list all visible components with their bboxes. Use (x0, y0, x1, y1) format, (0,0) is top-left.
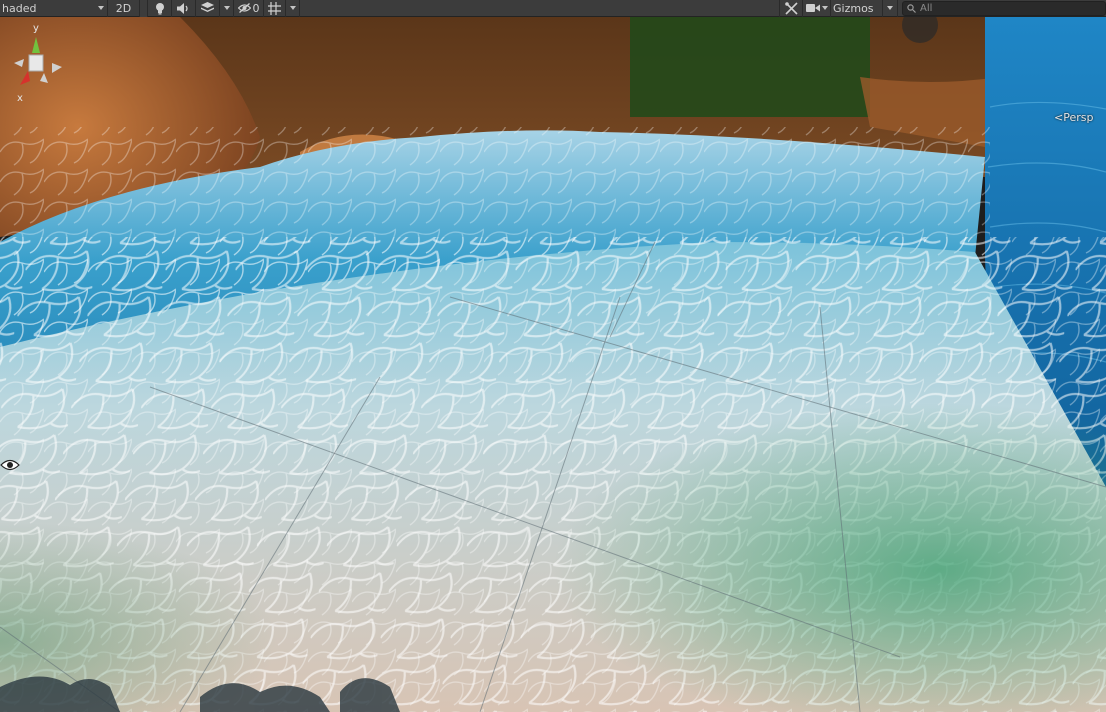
effects-icon (201, 2, 214, 12)
gizmo-x-axis-cone[interactable] (20, 71, 30, 85)
gizmo-x-label: x (17, 93, 23, 104)
scene-viewport[interactable]: y x <Persp (0, 17, 1106, 712)
visibility-icon (237, 3, 251, 13)
grid-toggle[interactable] (264, 0, 286, 17)
scene-eye-icon[interactable] (0, 458, 20, 472)
tools-icon (784, 1, 798, 15)
chevron-down-icon (223, 6, 230, 10)
effects-toggle[interactable] (196, 0, 220, 17)
gizmo-neg-y-cone[interactable] (40, 73, 48, 83)
lighting-toggle[interactable] (148, 0, 172, 17)
scene-search-field[interactable] (902, 1, 1106, 16)
hidden-objects-toggle[interactable]: 0 (234, 0, 264, 17)
scene-tools-button[interactable] (779, 0, 803, 17)
toggle-2d-label: 2D (115, 1, 132, 15)
shading-mode-label: haded (2, 1, 37, 15)
chevron-down-icon (289, 6, 296, 10)
gizmo-y-axis-cone[interactable] (32, 37, 40, 53)
grid-dropdown[interactable] (286, 0, 300, 17)
audio-toggle[interactable] (172, 0, 196, 17)
chevron-down-icon (95, 0, 107, 17)
gizmo-center-cube[interactable] (28, 54, 44, 72)
lightbulb-icon (155, 2, 164, 14)
audio-icon (177, 2, 188, 14)
orientation-gizmo[interactable]: y x (0, 17, 66, 107)
camera-settings-button[interactable] (803, 0, 831, 17)
search-icon (907, 4, 916, 13)
search-input[interactable] (920, 2, 1080, 15)
toggle-2d-button[interactable]: 2D (108, 0, 140, 17)
projection-toggle[interactable]: <Persp (1054, 111, 1093, 124)
effects-dropdown[interactable] (220, 0, 234, 17)
hidden-count: 0 (252, 1, 260, 15)
shading-mode-dropdown[interactable]: haded (0, 0, 108, 17)
gizmos-dropdown[interactable] (883, 0, 898, 17)
gizmo-neg-z-cone[interactable] (14, 59, 24, 67)
chevron-down-icon (887, 6, 893, 10)
grid-icon (268, 1, 281, 15)
gizmos-button[interactable]: Gizmos (831, 0, 883, 17)
chevron-down-icon (821, 6, 828, 10)
scene-render (0, 17, 1106, 712)
camera-icon (805, 4, 820, 12)
gizmo-y-label: y (33, 23, 39, 34)
gizmos-label: Gizmos (833, 1, 874, 15)
toolbar-divider (140, 0, 148, 17)
gizmo-neg-x-cone[interactable] (52, 63, 62, 73)
